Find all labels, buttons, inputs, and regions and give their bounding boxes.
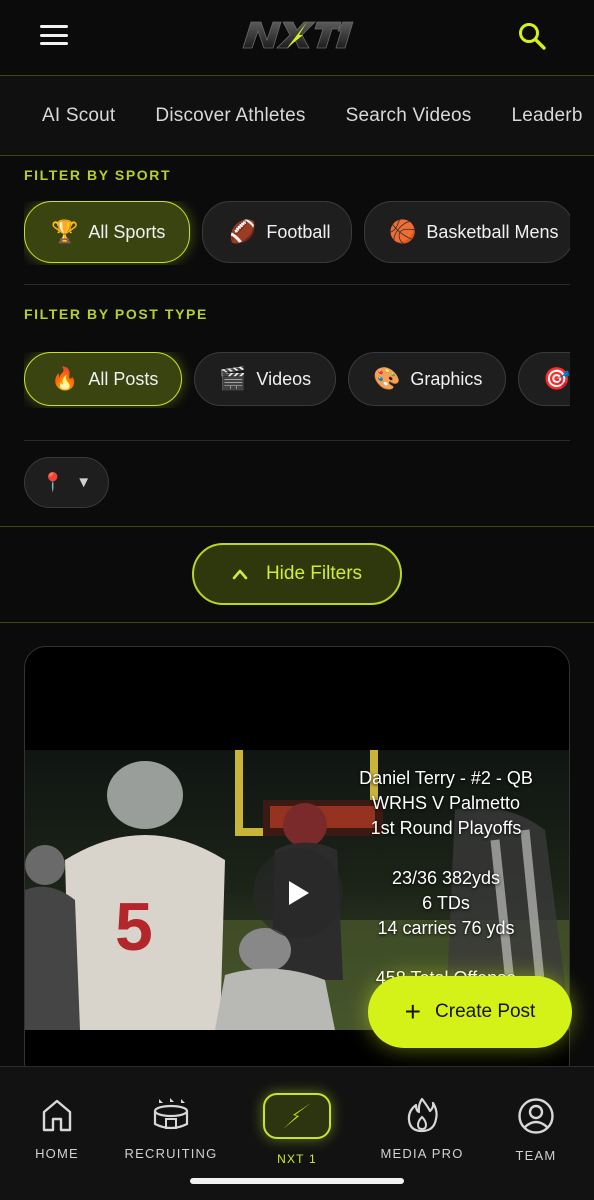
- nav-nxt1[interactable]: [263, 1093, 331, 1139]
- divider: [0, 526, 594, 527]
- post-type-filter-chips: 🔥 All Posts 🎬 Videos 🎨 Graphics 🎯: [24, 352, 570, 408]
- tab-leaderboard[interactable]: Leaderb: [511, 105, 582, 127]
- divider: [24, 440, 570, 441]
- nav-home[interactable]: HOME: [2, 1097, 112, 1161]
- nav-label: NXT 1: [277, 1152, 317, 1166]
- sport-filter-chips: 🏆 All Sports 🏈 Football 🏀 Basketball Men…: [24, 201, 570, 265]
- clapperboard-icon: 🎬: [219, 366, 247, 391]
- sport-filter-heading: FILTER BY SPORT: [24, 167, 172, 183]
- palette-icon: 🎨: [373, 366, 401, 391]
- home-icon: [42, 1099, 72, 1132]
- chip-label: Football: [266, 221, 331, 242]
- chip-football[interactable]: 🏈 Football: [202, 201, 352, 263]
- caption-line: 23/36 382yds: [391, 868, 501, 888]
- nav-label: TEAM: [515, 1148, 557, 1163]
- post-type-filter-heading: FILTER BY POST TYPE: [24, 306, 208, 322]
- map-pin-icon: 📍: [41, 472, 65, 492]
- football-icon: 🏈: [229, 219, 257, 244]
- tab-search-videos[interactable]: Search Videos: [346, 105, 472, 127]
- plus-icon: +: [404, 996, 422, 1027]
- divider: [24, 284, 570, 285]
- flame-icon: [407, 1097, 438, 1133]
- chip-label: Videos: [256, 368, 312, 389]
- chip-graphics[interactable]: 🎨 Graphics: [348, 352, 506, 406]
- user-profile-icon: [518, 1098, 554, 1134]
- chip-target[interactable]: 🎯: [518, 352, 570, 406]
- nav-label: MEDIA PRO: [380, 1146, 464, 1161]
- location-filter-dropdown[interactable]: 📍 ▼: [24, 457, 109, 508]
- hamburger-menu-icon[interactable]: [40, 25, 68, 45]
- top-nav-tabs: AI Scout Discover Athletes Search Videos…: [0, 76, 594, 156]
- chevron-up-icon: [232, 569, 248, 580]
- create-post-label: Create Post: [435, 1001, 536, 1022]
- nav-recruiting[interactable]: RECRUITING: [116, 1097, 226, 1161]
- nav-label: HOME: [35, 1146, 79, 1161]
- create-post-button[interactable]: + Create Post: [368, 976, 572, 1048]
- play-button[interactable]: [253, 848, 343, 938]
- tab-ai-scout[interactable]: AI Scout: [42, 105, 115, 127]
- trophy-icon: 🏆: [51, 219, 79, 244]
- play-icon: [289, 881, 309, 905]
- chip-label: Basketball Mens: [426, 221, 559, 242]
- chip-label: All Sports: [88, 221, 166, 242]
- nav-team[interactable]: TEAM: [481, 1097, 591, 1163]
- chip-label: Graphics: [410, 368, 483, 389]
- fire-icon: 🔥: [51, 366, 79, 391]
- hide-filters-button[interactable]: Hide Filters: [192, 543, 402, 605]
- caption-line: WRHS V Palmetto: [371, 793, 521, 813]
- stadium-icon: [153, 1098, 189, 1130]
- svg-text:5: 5: [115, 889, 153, 965]
- nav-media-pro[interactable]: MEDIA PRO: [367, 1097, 477, 1161]
- chip-all-sports[interactable]: 🏆 All Sports: [24, 201, 190, 263]
- tab-discover-athletes[interactable]: Discover Athletes: [155, 105, 305, 127]
- caption-line: Daniel Terry - #2 - QB: [359, 768, 533, 788]
- nav-label: RECRUITING: [124, 1146, 218, 1161]
- target-icon: 🎯: [543, 366, 570, 391]
- chip-all-posts[interactable]: 🔥 All Posts: [24, 352, 182, 406]
- chip-basketball-mens[interactable]: 🏀 Basketball Mens: [364, 201, 570, 263]
- hide-filters-label: Hide Filters: [265, 563, 363, 584]
- video-caption-overlay: Daniel Terry - #2 - QB WRHS V Palmetto 1…: [331, 766, 561, 991]
- home-indicator[interactable]: [190, 1178, 404, 1184]
- caption-line: 6 TDs: [422, 893, 470, 913]
- lightning-bolt-icon: [283, 1103, 311, 1129]
- app-header: [0, 0, 594, 76]
- chevron-down-icon: ▼: [76, 474, 92, 491]
- caption-line: 14 carries 76 yds: [377, 918, 515, 938]
- nxt1-logo[interactable]: [237, 18, 357, 52]
- divider: [0, 622, 594, 623]
- search-icon[interactable]: [516, 20, 548, 52]
- basketball-icon: 🏀: [389, 219, 417, 244]
- caption-line: 1st Round Playoffs: [370, 818, 522, 838]
- chip-label: All Posts: [88, 368, 159, 389]
- chip-videos[interactable]: 🎬 Videos: [194, 352, 336, 406]
